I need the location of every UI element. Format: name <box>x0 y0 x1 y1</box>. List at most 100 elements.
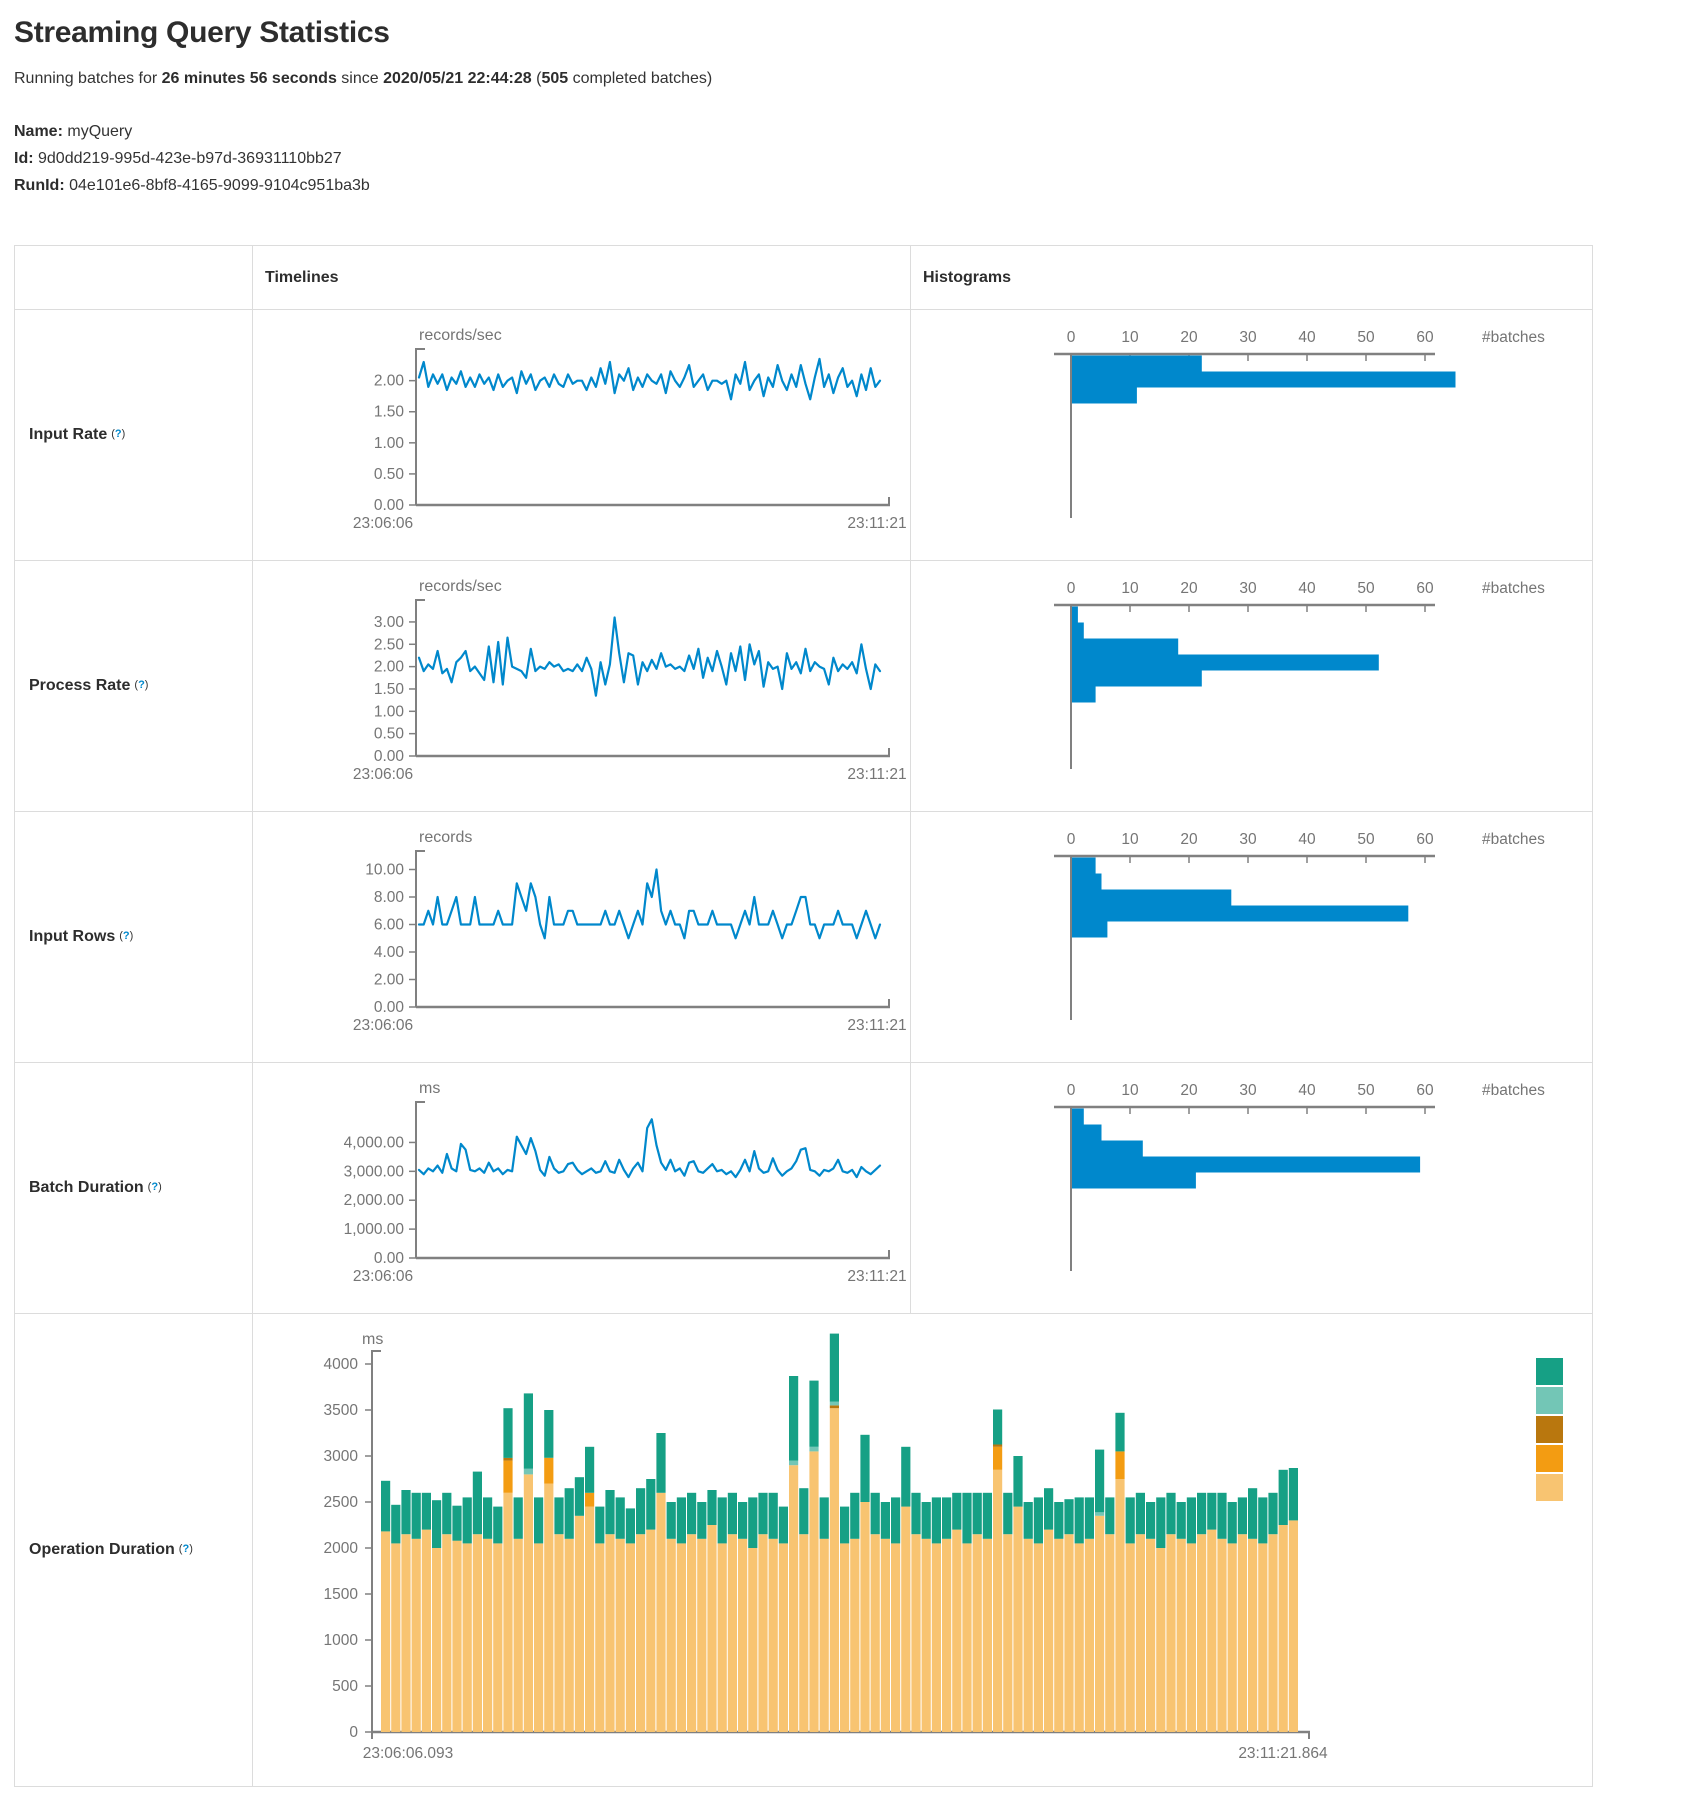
metric-label-operation-duration: Operation Duration(?) <box>15 1313 252 1786</box>
svg-text:2,000.00: 2,000.00 <box>344 1192 405 1209</box>
svg-text:50: 50 <box>1357 1082 1375 1099</box>
query-name-value: myQuery <box>67 123 132 140</box>
svg-text:23:11:21: 23:11:21 <box>847 766 906 783</box>
svg-text:0: 0 <box>1067 831 1076 848</box>
svg-text:50: 50 <box>1357 329 1375 346</box>
metric-label-input-rate: Input Rate(?) <box>15 309 252 560</box>
query-name-label: Name: <box>14 123 63 140</box>
svg-text:2.00: 2.00 <box>374 373 405 390</box>
query-runid-line: RunId: 04e101e6-8bf8-4165-9099-9104c951b… <box>14 172 1693 199</box>
svg-text:2500: 2500 <box>324 1494 359 1511</box>
input-rate-histogram-chart: 0 10 20 30 40 50 60 #batches <box>911 310 1592 560</box>
svg-text:60: 60 <box>1416 1082 1434 1099</box>
svg-text:2.50: 2.50 <box>374 636 405 653</box>
metric-label-input-rows: Input Rows(?) <box>15 811 252 1062</box>
svg-text:20: 20 <box>1180 329 1198 346</box>
input-rate-timeline-cell: records/sec2.001.501.000.500.0023:06:062… <box>252 309 910 560</box>
svg-text:23:06:06.093: 23:06:06.093 <box>363 1745 454 1762</box>
header-histograms: Histograms <box>910 246 1592 309</box>
svg-text:23:11:21: 23:11:21 <box>847 1268 906 1285</box>
summary-since: since <box>337 70 383 87</box>
svg-text:records/sec: records/sec <box>419 578 502 595</box>
svg-text:40: 40 <box>1298 329 1316 346</box>
help-icon-operation-duration[interactable]: (?) <box>179 1543 193 1555</box>
svg-text:2000: 2000 <box>324 1540 359 1557</box>
svg-text:40: 40 <box>1298 580 1316 597</box>
svg-text:23:11:21: 23:11:21 <box>847 1017 906 1034</box>
svg-text:23:11:21: 23:11:21 <box>847 515 906 532</box>
summary-suffix: completed batches) <box>568 70 712 87</box>
svg-text:20: 20 <box>1180 831 1198 848</box>
svg-text:50: 50 <box>1357 831 1375 848</box>
process-rate-histogram-chart: 0102030405060#batches <box>911 561 1592 811</box>
svg-text:10: 10 <box>1121 831 1139 848</box>
header-timelines-label: Timelines <box>265 269 339 287</box>
batch-duration-timeline-chart: ms 4,000.00 3,000.00 2,000.00 1,000.00 0.00 23… <box>253 1063 910 1313</box>
help-icon-input-rate[interactable]: (?) <box>111 428 125 440</box>
svg-text:0.00: 0.00 <box>374 497 405 514</box>
svg-text:1500: 1500 <box>324 1586 359 1603</box>
svg-text:#batches: #batches <box>1482 580 1545 597</box>
svg-text:20: 20 <box>1180 580 1198 597</box>
help-icon-process-rate[interactable]: (?) <box>134 679 148 691</box>
svg-text:0: 0 <box>349 1724 358 1741</box>
svg-text:23:06:06: 23:06:06 <box>353 515 413 532</box>
svg-text:10: 10 <box>1121 329 1139 346</box>
input-rows-histogram-chart: 0102030405060#batches <box>911 812 1592 1062</box>
svg-text:ms: ms <box>419 1080 440 1097</box>
svg-text:60: 60 <box>1416 580 1434 597</box>
query-runid-label: RunId: <box>14 177 65 194</box>
svg-text:1.50: 1.50 <box>374 681 405 698</box>
input-rows-timeline-chart: records10.008.006.004.002.000.0023:06:06… <box>253 812 910 1062</box>
svg-text:1.00: 1.00 <box>374 435 405 452</box>
input-rows-histogram-cell: 0102030405060#batches <box>910 811 1592 1062</box>
svg-text:0: 0 <box>1067 580 1076 597</box>
header-empty-cell <box>15 246 252 309</box>
svg-text:30: 30 <box>1239 580 1257 597</box>
operation-duration-cell: ms4000350030002500200015001000500023:06:… <box>252 1313 1592 1786</box>
svg-text:0.00: 0.00 <box>374 748 405 765</box>
svg-text:#batches: #batches <box>1482 329 1545 346</box>
page: Streaming Query Statistics Running batch… <box>0 0 1693 1787</box>
svg-text:30: 30 <box>1239 329 1257 346</box>
stats-table: Timelines Histograms Input Rate(?) recor… <box>14 245 1593 1787</box>
svg-text:4,000.00: 4,000.00 <box>344 1134 405 1151</box>
svg-text:3000: 3000 <box>324 1448 359 1465</box>
svg-text:0.00: 0.00 <box>374 1250 405 1267</box>
svg-text:2.00: 2.00 <box>374 659 405 676</box>
svg-text:20: 20 <box>1180 1082 1198 1099</box>
query-runid-value: 04e101e6-8bf8-4165-9099-9104c951ba3b <box>69 177 370 194</box>
input-rate-histogram-cell: 0 10 20 30 40 50 60 #batches <box>910 309 1592 560</box>
svg-text:0: 0 <box>1067 329 1076 346</box>
svg-text:3,000.00: 3,000.00 <box>344 1163 405 1180</box>
svg-text:0.50: 0.50 <box>374 466 405 483</box>
svg-text:40: 40 <box>1298 831 1316 848</box>
running-summary: Running batches for 26 minutes 56 second… <box>14 70 1693 88</box>
query-id-label: Id: <box>14 150 34 167</box>
svg-text:23:11:21.864: 23:11:21.864 <box>1238 1745 1328 1762</box>
query-name-line: Name: myQuery <box>14 118 1693 145</box>
help-icon-batch-duration[interactable]: (?) <box>148 1181 162 1193</box>
metric-label-batch-duration: Batch Duration(?) <box>15 1062 252 1313</box>
svg-text:60: 60 <box>1416 831 1434 848</box>
svg-text:2.00: 2.00 <box>374 972 405 989</box>
operation-duration-chart: ms4000350030002500200015001000500023:06:… <box>253 1314 1592 1786</box>
svg-text:0: 0 <box>1067 1082 1076 1099</box>
svg-text:3.00: 3.00 <box>374 614 405 631</box>
svg-text:10: 10 <box>1121 1082 1139 1099</box>
summary-start-time: 2020/05/21 22:44:28 <box>383 70 532 87</box>
svg-text:records: records <box>419 829 472 846</box>
process-rate-histogram-cell: 0102030405060#batches <box>910 560 1592 811</box>
svg-text:3500: 3500 <box>324 1402 359 1419</box>
svg-text:60: 60 <box>1416 329 1434 346</box>
summary-completed-count: 505 <box>541 70 568 87</box>
svg-text:0.00: 0.00 <box>374 999 405 1016</box>
batch-duration-histogram-chart: 0102030405060#batches <box>911 1063 1592 1313</box>
help-icon-input-rows[interactable]: (?) <box>119 930 133 942</box>
svg-text:1000: 1000 <box>324 1632 359 1649</box>
svg-text:23:06:06: 23:06:06 <box>353 766 413 783</box>
summary-duration: 26 minutes 56 seconds <box>162 70 337 87</box>
svg-text:records/sec: records/sec <box>419 327 502 344</box>
query-info: Name: myQuery Id: 9d0dd219-995d-423e-b97… <box>14 118 1693 199</box>
svg-text:1,000.00: 1,000.00 <box>344 1221 405 1238</box>
